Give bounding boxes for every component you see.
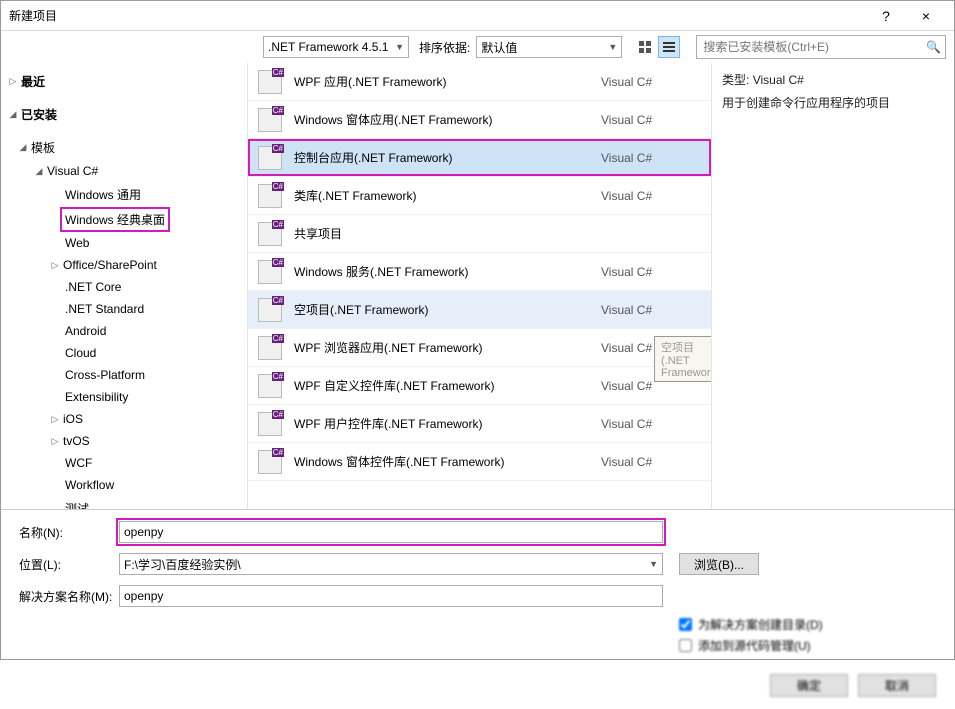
chevron-down-icon: ▼: [649, 559, 658, 569]
sidebar-item-netcore[interactable]: .NET Core: [1, 276, 247, 298]
description: 用于创建命令行应用程序的项目: [722, 94, 944, 111]
framework-dropdown[interactable]: .NET Framework 4.5.1 ▼: [263, 36, 409, 58]
checkbox-create-dir[interactable]: 为解决方案创建目录(D): [679, 616, 936, 633]
template-icon: [258, 184, 282, 208]
sidebar-item-android[interactable]: Android: [1, 320, 247, 342]
tooltip: 空项目(.NET Framework): [654, 336, 712, 382]
window-title: 新建项目: [9, 7, 866, 24]
template-icon: [258, 336, 282, 360]
template-icon: [258, 412, 282, 436]
chevron-down-icon: ▼: [395, 42, 404, 52]
sidebar-item-test[interactable]: 测试: [1, 496, 247, 509]
template-row-selected[interactable]: 控制台应用(.NET Framework)Visual C#: [248, 139, 711, 177]
sort-value: 默认值: [481, 39, 608, 56]
template-icon: [258, 298, 282, 322]
template-icon: [258, 222, 282, 246]
framework-value: .NET Framework 4.5.1: [268, 40, 395, 54]
sort-dropdown[interactable]: 默认值 ▼: [476, 36, 622, 58]
sidebar-item-windows-universal[interactable]: Windows 通用: [1, 182, 247, 207]
sort-label: 排序依据:: [419, 39, 470, 56]
view-grid-button[interactable]: [634, 36, 656, 58]
grid-icon: [639, 41, 651, 53]
titlebar: 新建项目 ? ×: [1, 1, 954, 31]
template-icon: [258, 108, 282, 132]
checkbox[interactable]: [679, 639, 692, 652]
form-area: 名称(N): 位置(L): F:\学习\百度经验实例\ ▼ 浏览(B)... 解…: [1, 509, 954, 668]
sidebar-item-crossplatform[interactable]: Cross-Platform: [1, 364, 247, 386]
cancel-button[interactable]: 取消: [858, 674, 936, 697]
sidebar-item-ios[interactable]: ▷iOS: [1, 408, 247, 430]
template-list: WPF 应用(.NET Framework)Visual C# Windows …: [247, 63, 712, 509]
template-row[interactable]: 类库(.NET Framework)Visual C#: [248, 177, 711, 215]
template-icon: [258, 450, 282, 474]
chevron-down-icon: ▼: [608, 42, 617, 52]
template-row[interactable]: WPF 应用(.NET Framework)Visual C#: [248, 63, 711, 101]
template-icon: [258, 374, 282, 398]
view-list-button[interactable]: [658, 36, 680, 58]
sidebar-templates[interactable]: ◢模板: [1, 135, 247, 160]
help-button[interactable]: ?: [866, 8, 906, 24]
search-box[interactable]: 🔍: [696, 35, 946, 59]
sidebar-lang[interactable]: ◢Visual C#: [1, 160, 247, 182]
template-row[interactable]: WPF 自定义控件库(.NET Framework)Visual C#: [248, 367, 711, 405]
type-line: 类型: Visual C#: [722, 71, 944, 88]
close-button[interactable]: ×: [906, 8, 946, 24]
ok-button[interactable]: 确定: [770, 674, 848, 697]
template-row[interactable]: 空项目(.NET Framework)Visual C#: [248, 291, 711, 329]
location-value: F:\学习\百度经验实例\: [124, 556, 649, 573]
sidebar-item-cloud[interactable]: Cloud: [1, 342, 247, 364]
sidebar-item-web[interactable]: Web: [1, 232, 247, 254]
template-icon: [258, 70, 282, 94]
name-label: 名称(N):: [19, 524, 119, 541]
toolbar: .NET Framework 4.5.1 ▼ 排序依据: 默认值 ▼ 🔍: [1, 31, 954, 63]
details-pane: 类型: Visual C# 用于创建命令行应用程序的项目: [712, 63, 954, 509]
checkbox-source-control[interactable]: 添加到源代码管理(U): [679, 637, 936, 654]
sidebar-installed[interactable]: ◢已安装: [1, 102, 247, 127]
template-row[interactable]: Windows 窗体应用(.NET Framework)Visual C#: [248, 101, 711, 139]
template-icon: [258, 146, 282, 170]
search-icon[interactable]: 🔍: [926, 40, 941, 54]
template-row[interactable]: 共享项目: [248, 215, 711, 253]
template-row[interactable]: Windows 窗体控件库(.NET Framework)Visual C#: [248, 443, 711, 481]
sidebar-item-netstandard[interactable]: .NET Standard: [1, 298, 247, 320]
checkbox[interactable]: [679, 618, 692, 631]
list-icon: [663, 42, 675, 52]
sidebar-item-windows-classic[interactable]: Windows 经典桌面: [1, 207, 247, 232]
sidebar-item-extensibility[interactable]: Extensibility: [1, 386, 247, 408]
sidebar-item-office[interactable]: ▷Office/SharePoint: [1, 254, 247, 276]
sidebar: ▷最近 ◢已安装 ◢模板 ◢Visual C# Windows 通用 Windo…: [1, 63, 247, 509]
template-row[interactable]: Windows 服务(.NET Framework)Visual C#: [248, 253, 711, 291]
sidebar-item-workflow[interactable]: Workflow: [1, 474, 247, 496]
search-input[interactable]: [701, 39, 926, 55]
location-dropdown[interactable]: F:\学习\百度经验实例\ ▼: [119, 553, 663, 575]
browse-button[interactable]: 浏览(B)...: [679, 553, 759, 575]
solution-input[interactable]: [119, 585, 663, 607]
template-row[interactable]: WPF 用户控件库(.NET Framework)Visual C#: [248, 405, 711, 443]
solution-label: 解决方案名称(M):: [19, 588, 119, 605]
name-input[interactable]: [119, 521, 663, 543]
location-label: 位置(L):: [19, 556, 119, 573]
dialog-buttons: 确定 取消: [1, 668, 954, 709]
template-row[interactable]: WPF 浏览器应用(.NET Framework)Visual C#: [248, 329, 711, 367]
sidebar-recent[interactable]: ▷最近: [1, 69, 247, 94]
template-icon: [258, 260, 282, 284]
sidebar-item-tvos[interactable]: ▷tvOS: [1, 430, 247, 452]
sidebar-item-wcf[interactable]: WCF: [1, 452, 247, 474]
